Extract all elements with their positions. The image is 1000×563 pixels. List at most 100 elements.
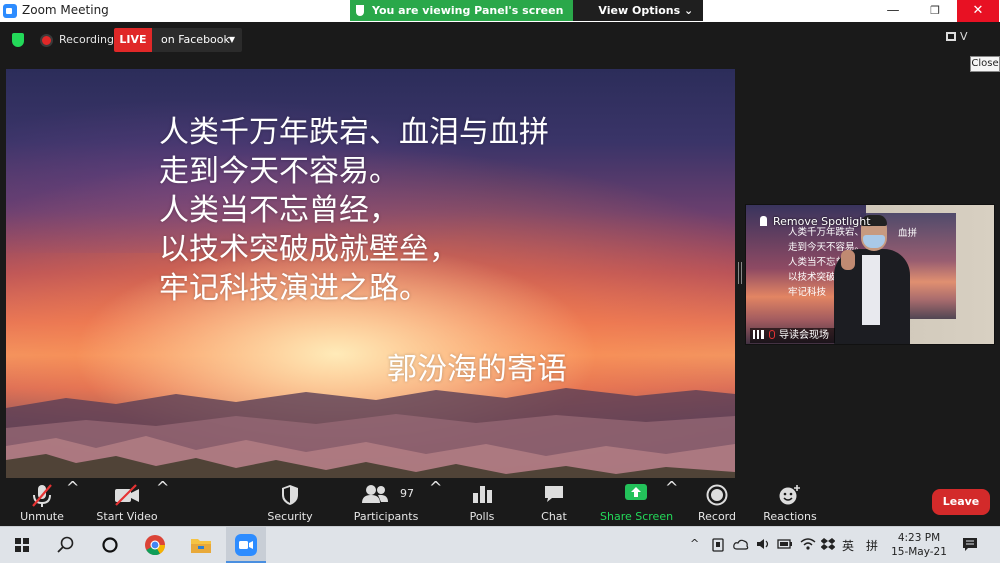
windows-start-icon[interactable] [15,538,29,552]
participants-icon [362,485,389,503]
slide-line: 牢记科技演进之路。 [159,271,429,306]
record-icon [706,484,728,506]
battery-icon[interactable] [777,539,793,549]
share-screen-icon [625,484,647,500]
reactions-button[interactable]: Reactions [760,478,820,526]
stream-target-label: on Facebook [161,33,230,46]
view-options-button[interactable]: View Options ⌄ [573,0,704,21]
participants-label: Participants [353,510,419,523]
dropbox-icon[interactable] [821,537,835,551]
slide-text-block: 人类千万年跌宕、血泪与血拼 走到今天不容易。 人类当不忘曾经， 以技术突破成就壁… [159,113,549,308]
zoom-meeting-window: Zoom Meeting — ❐ ✕ You are viewing Panel… [0,0,1000,563]
viewing-banner: You are viewing Panel's screen View Opti… [350,0,704,21]
remove-spotlight-button[interactable]: Remove Spotlight [760,215,871,228]
view-button-label: V [960,30,968,43]
share-screen-label: Share Screen [600,510,674,523]
security-label: Security [267,510,313,523]
slide-line: 以技术突破成就壁垒， [159,232,459,267]
meeting-toolbar: Unmute ^ Start Video ^ Security Particip… [0,478,1000,526]
reactions-label: Reactions [763,510,817,523]
participants-button[interactable]: Participants [352,478,420,526]
meeting-top-bar: Recording LIVE on Facebook ▼ V Close [0,22,1000,72]
clock-date: 15-May-21 [891,546,947,558]
mountain-silhouette [6,388,735,478]
zoom-app-icon [3,4,17,18]
video-options-caret[interactable]: ^ [156,478,169,526]
start-video-button[interactable]: Start Video [92,478,162,526]
speaker-icon[interactable] [756,538,770,550]
view-options-label: View Options [598,4,681,17]
start-video-label: Start Video [96,510,158,523]
ime-mode-indicator[interactable]: 拼 [866,537,878,554]
share-screen-button[interactable]: Share Screen [600,478,674,526]
zoom-taskbar-button[interactable] [226,527,266,563]
record-button[interactable]: Record [692,478,742,526]
viewing-text: You are viewing Panel's screen [372,4,564,17]
share-options-caret[interactable]: ^ [665,478,678,526]
muted-microphone-icon [32,484,52,507]
polls-button[interactable]: Polls [456,478,508,526]
viewing-indicator: You are viewing Panel's screen [350,0,574,21]
slide-line: 走到今天不容易。 [159,154,399,189]
security-shield-icon [282,485,298,505]
window-title: Zoom Meeting [22,3,109,17]
device-icon[interactable] [712,538,724,552]
unmute-button[interactable]: Unmute [12,478,72,526]
slide-line: 人类千万年跌宕、血泪与血拼 [159,115,549,150]
file-explorer-icon[interactable] [190,536,212,554]
search-icon[interactable] [57,536,75,554]
chrome-icon[interactable] [144,534,166,556]
participant-name: 导读会现场 [779,330,829,341]
participant-name-tag: 导读会现场 [750,328,835,343]
zoom-icon [235,534,257,556]
speaker-hand [841,250,855,270]
signal-bars-icon [753,330,764,339]
polls-icon [473,486,492,503]
live-stream-target-button[interactable]: on Facebook ▼ [152,28,242,52]
minimize-button[interactable]: — [872,0,914,22]
muted-mic-icon [769,330,775,339]
slide-signature: 郭汾海的寄语 [387,352,567,387]
spotlight-video-tile[interactable]: 人类千万年跌宕、 走到今天不容易。 人类当不忘曾经 以技术突破 牢记科技 血拼 … [745,204,995,345]
grid-view-icon [946,32,956,41]
participants-count: 97 [400,487,414,500]
notifications-icon[interactable] [962,537,978,552]
audio-options-caret[interactable]: ^ [66,478,79,526]
speaker-shirt [862,255,880,325]
close-tooltip: Close [970,56,1000,72]
clock-time: 4:23 PM [897,532,941,544]
participants-options-caret[interactable]: ^ [429,478,442,526]
close-button[interactable]: ✕ [957,0,999,22]
chat-label: Chat [541,510,567,523]
recording-label: Recording [59,33,115,46]
recording-icon [40,34,53,47]
tray-overflow-caret[interactable]: ^ [690,537,699,550]
taskbar-clock[interactable]: 4:23 PM 15-May-21 [886,531,952,559]
polls-label: Polls [469,510,495,523]
reactions-smiley-icon [779,485,800,505]
shared-screen: 人类千万年跌宕、血泪与血拼 走到今天不容易。 人类当不忘曾经， 以技术突破成就壁… [6,69,735,478]
panel-resize-handle[interactable] [738,262,742,284]
cortana-icon[interactable] [101,536,119,554]
windows-taskbar: ^ 英 拼 4:23 PM 15-May-21 [0,526,1000,563]
ime-language-indicator[interactable]: 英 [842,537,854,554]
record-label: Record [697,510,736,523]
remove-spotlight-label: Remove Spotlight [773,215,871,228]
encryption-shield-icon[interactable] [12,33,24,47]
shield-icon [356,5,364,16]
pin-icon [760,216,767,226]
wifi-icon[interactable] [800,537,816,551]
chevron-down-icon: ⌄ [684,4,694,17]
chat-button[interactable]: Chat [530,478,578,526]
leave-button[interactable]: Leave [932,489,990,515]
chat-bubble-icon [545,486,563,502]
video-off-icon [115,484,139,506]
view-button[interactable]: V [946,30,968,43]
security-button[interactable]: Security [260,478,320,526]
thumb-slide-right-text: 血拼 [898,228,918,239]
caret-down-icon: ▼ [228,35,235,44]
cloud-icon[interactable] [733,538,749,550]
live-badge: LIVE [114,28,152,52]
maximize-button[interactable]: ❐ [914,0,956,22]
unmute-label: Unmute [20,510,64,523]
